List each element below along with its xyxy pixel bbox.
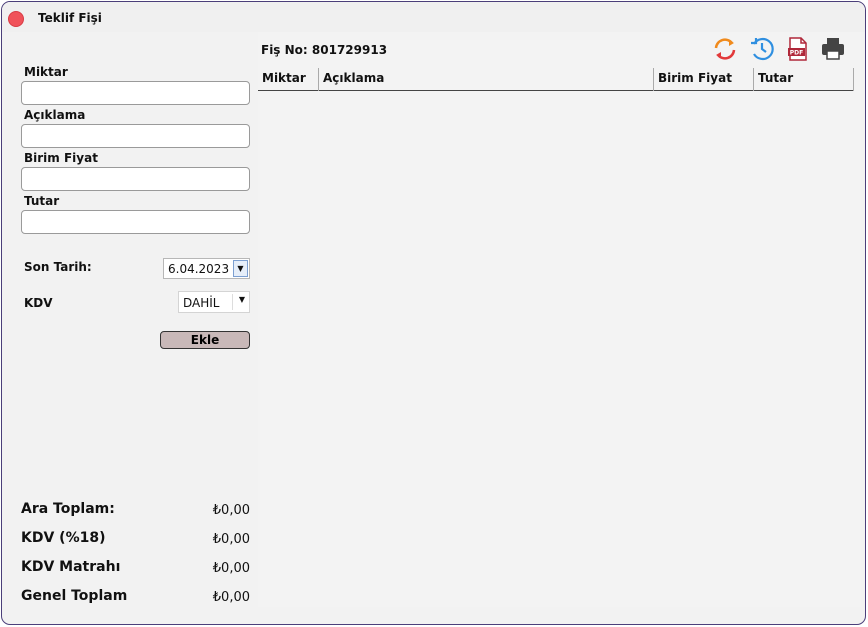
son-tarih-value: 6.04.2023 (168, 262, 230, 276)
items-grid-header: Miktar Açıklama Birim Fiyat Tutar (258, 68, 854, 91)
column-header-aciklama[interactable]: Açıklama (319, 68, 654, 91)
genel-toplam-value: ₺0,00 (212, 590, 250, 605)
title-bar: Teklif Fişi (2, 2, 865, 32)
receipt-panel: Fiş No: 801729913 PDF Miktar Açıklama Bi… (258, 32, 861, 607)
pdf-icon-label: PDF (790, 50, 803, 57)
kdv-select-divider (232, 294, 233, 310)
input-panel: Miktar Açıklama Birim Fiyat Tutar Son Ta… (2, 32, 258, 622)
aciklama-input[interactable] (21, 124, 250, 148)
window-title: Teklif Fişi (38, 11, 102, 25)
miktar-input[interactable] (21, 81, 250, 105)
kdv-tutari-label: KDV (%18) (21, 530, 106, 546)
ekle-button[interactable]: Ekle (160, 331, 250, 349)
refresh-icon[interactable] (712, 36, 738, 62)
column-header-miktar[interactable]: Miktar (258, 68, 319, 91)
genel-toplam-label: Genel Toplam (21, 588, 128, 604)
column-header-birim-fiyat[interactable]: Birim Fiyat (654, 68, 754, 91)
tutar-input[interactable] (21, 210, 250, 234)
teklif-fisi-window: Teklif Fişi Miktar Açıklama Birim Fiyat … (1, 1, 866, 625)
fis-no: Fiş No: 801729913 (261, 43, 388, 57)
birim-fiyat-input[interactable] (21, 167, 250, 191)
chevron-down-icon[interactable]: ▼ (239, 295, 245, 304)
kdv-select[interactable]: DAHİL ▼ (178, 291, 250, 313)
son-tarih-picker[interactable]: 6.04.2023 ▼ (163, 258, 250, 279)
history-icon[interactable] (749, 36, 775, 62)
ara-toplam-label: Ara Toplam: (21, 501, 115, 517)
kdv-label: KDV (24, 296, 53, 310)
printer-icon[interactable] (820, 36, 846, 62)
pdf-icon[interactable]: PDF (785, 36, 811, 62)
tutar-label: Tutar (24, 194, 60, 208)
kdv-select-value: DAHİL (183, 296, 220, 310)
kdv-tutari-value: ₺0,00 (212, 532, 250, 547)
calendar-dropdown-icon[interactable]: ▼ (233, 260, 248, 277)
kdv-matrahi-value: ₺0,00 (212, 561, 250, 576)
miktar-label: Miktar (24, 65, 68, 79)
kdv-matrahi-label: KDV Matrahı (21, 559, 121, 575)
column-header-tutar[interactable]: Tutar (754, 68, 854, 91)
son-tarih-label: Son Tarih: (24, 260, 92, 274)
birim-fiyat-label: Birim Fiyat (24, 151, 98, 165)
close-icon[interactable] (8, 11, 24, 27)
aciklama-label: Açıklama (24, 108, 86, 122)
ara-toplam-value: ₺0,00 (212, 503, 250, 518)
